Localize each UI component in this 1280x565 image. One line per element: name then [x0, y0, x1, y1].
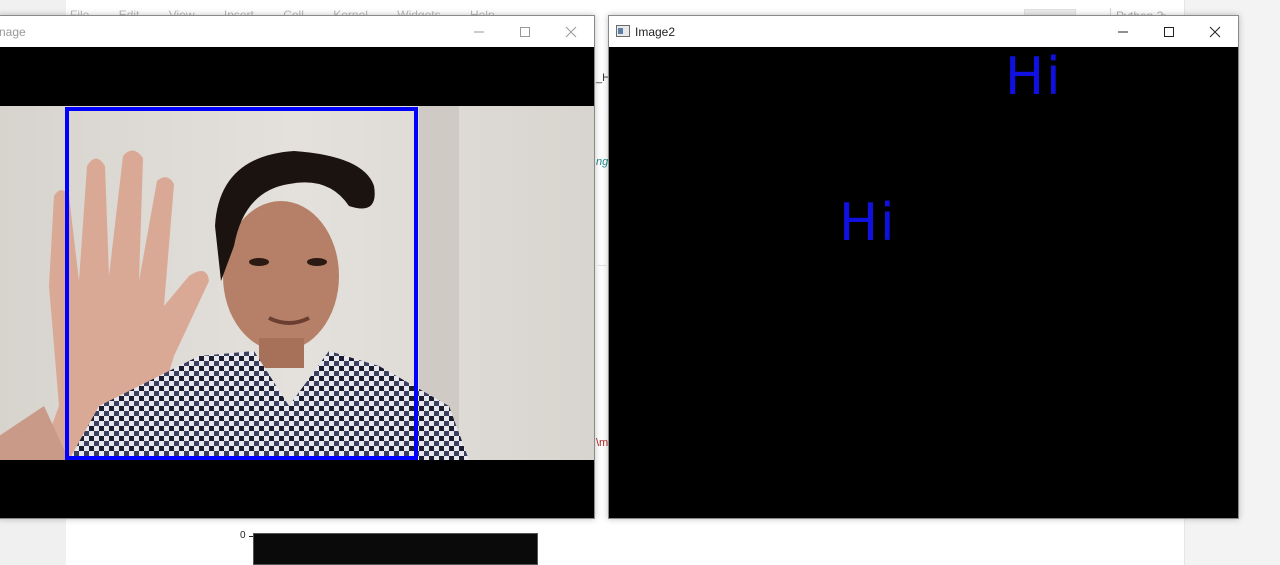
- plot-tick-label: 0: [240, 530, 246, 541]
- window-image[interactable]: nage: [0, 15, 595, 519]
- minimize-icon: [474, 31, 484, 33]
- image2-canvas: Hi Hi: [609, 47, 1238, 518]
- plot-image-area: [253, 533, 538, 565]
- hi-text: Hi: [1005, 47, 1063, 107]
- close-icon: [565, 26, 577, 38]
- maximize-icon: [1164, 27, 1174, 37]
- close-button[interactable]: [548, 16, 594, 47]
- camera-canvas: [0, 47, 594, 518]
- close-icon: [1209, 26, 1221, 38]
- code-fragment: ng: [596, 156, 609, 168]
- hi-text: Hi: [839, 193, 897, 253]
- minimize-button[interactable]: [1100, 16, 1146, 47]
- app-icon: [616, 25, 630, 37]
- maximize-button[interactable]: [502, 16, 548, 47]
- minimize-button[interactable]: [456, 16, 502, 47]
- titlebar[interactable]: nage: [0, 16, 594, 47]
- titlebar[interactable]: Image2: [609, 16, 1238, 47]
- code-divider: [598, 265, 606, 266]
- code-fragment: \m: [596, 437, 609, 449]
- window-title: Image2: [635, 25, 676, 39]
- window-image2[interactable]: Image2 Hi Hi: [608, 15, 1239, 519]
- maximize-button[interactable]: [1146, 16, 1192, 47]
- maximize-icon: [520, 27, 530, 37]
- window-title: nage: [0, 25, 26, 39]
- detection-bounding-box: [65, 107, 418, 460]
- minimize-icon: [1118, 31, 1128, 33]
- close-button[interactable]: [1192, 16, 1238, 47]
